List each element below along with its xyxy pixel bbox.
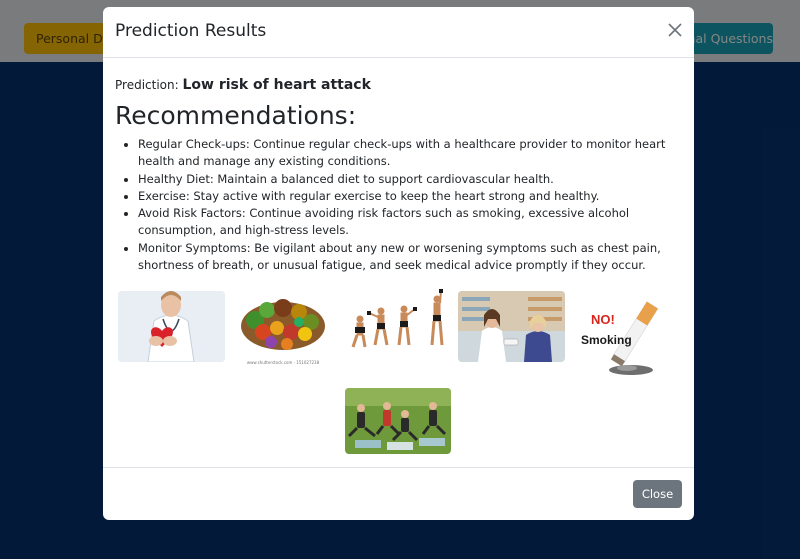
smoking-text: Smoking (581, 333, 632, 347)
no-text: NO! (591, 312, 615, 327)
pharmacist-consultation-image (458, 291, 565, 362)
recommendation-images: www.shutterstock.com · 151027238 NO! Smo… (103, 233, 694, 454)
list-item: Exercise: Stay active with regular exerc… (138, 188, 682, 205)
list-item: Healthy Diet: Maintain a balanced diet t… (138, 171, 682, 188)
close-button[interactable]: Close (633, 480, 682, 508)
list-item: Regular Check-ups: Continue regular chec… (138, 136, 682, 171)
food-image-caption: www.shutterstock.com · 151027238 (247, 360, 320, 365)
no-smoking-image: NO! Smoking (575, 288, 665, 378)
modal-title: Prediction Results (115, 21, 267, 41)
prediction-line: Prediction: Low risk of heart attack (115, 77, 682, 93)
healthy-food-image: www.shutterstock.com · 151027238 (237, 288, 329, 368)
prediction-results-modal: Prediction Results Prediction: Low risk … (103, 7, 694, 520)
close-icon[interactable] (666, 21, 684, 39)
exercise-figures-image (345, 289, 448, 357)
modal-header: Prediction Results (103, 7, 694, 58)
recommendations-heading: Recommendations: (115, 101, 357, 130)
prediction-label: Prediction: (115, 78, 179, 92)
group-yoga-image (345, 388, 451, 454)
prediction-value: Low risk of heart attack (182, 77, 371, 93)
modal-footer: Close (103, 467, 694, 520)
doctor-heart-image (118, 291, 225, 362)
